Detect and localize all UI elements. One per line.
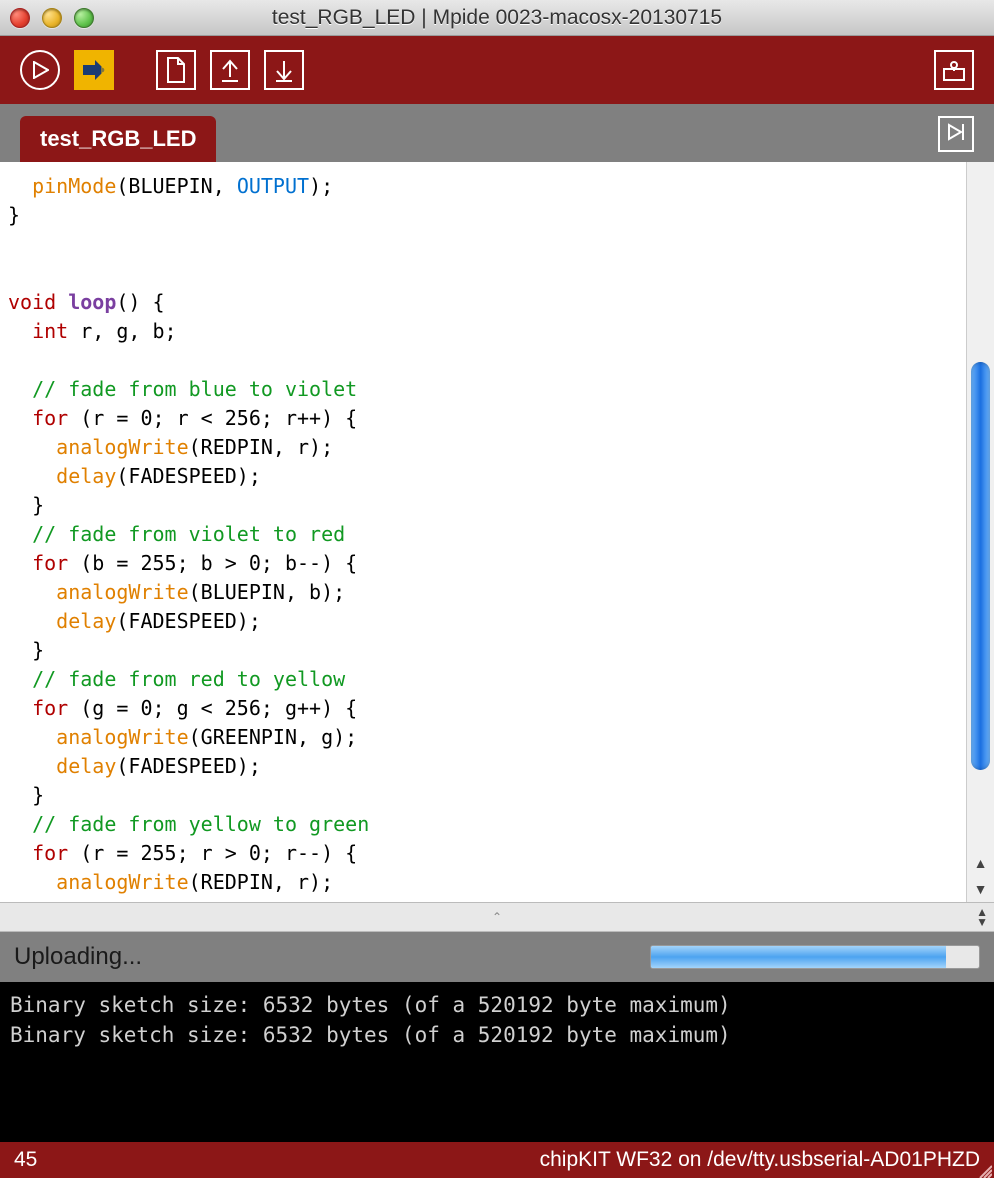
- arrow-right-icon: [81, 57, 107, 83]
- verify-button[interactable]: [20, 50, 60, 90]
- serial-monitor-button[interactable]: [934, 50, 974, 90]
- minimize-window-button[interactable]: [42, 8, 62, 28]
- titlebar: test_RGB_LED | Mpide 0023-macosx-2013071…: [0, 0, 994, 36]
- file-icon: [165, 57, 187, 83]
- console-line: Binary sketch size: 6532 bytes (of a 520…: [10, 1023, 731, 1047]
- status-bar: Uploading...: [0, 932, 994, 982]
- console-line: Binary sketch size: 6532 bytes (of a 520…: [10, 993, 731, 1017]
- toolbar: [0, 36, 994, 104]
- close-window-button[interactable]: [10, 8, 30, 28]
- scroll-down-button[interactable]: ▼: [967, 876, 994, 902]
- progress-fill: [651, 946, 946, 968]
- editor-area: pinMode(BLUEPIN, OUTPUT); } void loop() …: [0, 162, 994, 902]
- play-triangle-icon: [31, 61, 49, 79]
- vertical-scrollbar[interactable]: ▲ ▼: [966, 162, 994, 902]
- scroll-up-button[interactable]: ▲: [967, 850, 994, 876]
- window-title: test_RGB_LED | Mpide 0023-macosx-2013071…: [0, 6, 994, 30]
- console-output[interactable]: Binary sketch size: 6532 bytes (of a 520…: [0, 982, 994, 1142]
- chevron-down-icon: ▼: [976, 917, 988, 927]
- save-sketch-button[interactable]: [264, 50, 304, 90]
- status-label: Uploading...: [14, 943, 142, 971]
- splitter-grip-icon: ⌃: [492, 910, 502, 924]
- line-number: 45: [14, 1148, 37, 1172]
- tab-bar: test_RGB_LED: [0, 104, 994, 162]
- arrow-up-icon: [219, 57, 241, 83]
- new-sketch-button[interactable]: [156, 50, 196, 90]
- board-port-label: chipKIT WF32 on /dev/tty.usbserial-AD01P…: [540, 1148, 980, 1172]
- tab-active[interactable]: test_RGB_LED: [20, 116, 216, 162]
- zoom-window-button[interactable]: [74, 8, 94, 28]
- arrow-right-box-icon: [946, 122, 966, 147]
- serial-monitor-icon: [941, 57, 967, 83]
- progress-bar: [650, 945, 980, 969]
- scrollbar-thumb[interactable]: [971, 362, 990, 770]
- footer-bar: 45 chipKIT WF32 on /dev/tty.usbserial-AD…: [0, 1142, 994, 1178]
- tab-menu-button[interactable]: [938, 116, 974, 152]
- resize-grip-icon[interactable]: [976, 1160, 992, 1176]
- upload-button[interactable]: [74, 50, 114, 90]
- open-sketch-button[interactable]: [210, 50, 250, 90]
- splitter-arrows[interactable]: ▲ ▼: [976, 907, 988, 927]
- scrollbar-track[interactable]: [967, 162, 994, 850]
- code-editor[interactable]: pinMode(BLUEPIN, OUTPUT); } void loop() …: [0, 162, 966, 902]
- window-controls: [10, 8, 94, 28]
- arrow-down-icon: [273, 57, 295, 83]
- splitter-bar[interactable]: ⌃ ▲ ▼: [0, 902, 994, 932]
